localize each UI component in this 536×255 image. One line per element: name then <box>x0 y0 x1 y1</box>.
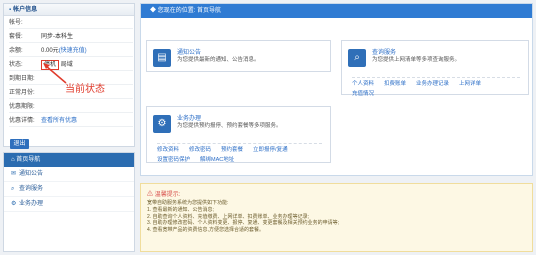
view-discounts-link[interactable]: 查看所有优惠 <box>41 118 77 124</box>
business-card: ⚙ 业务办理 为您提供预约报停、预约套餐等多项服务。 修改资料 修改密码 预约套餐立… <box>146 106 331 163</box>
nav-item-label: 查询服务 <box>19 186 44 192</box>
tag-icon: ◆ <box>150 8 157 14</box>
link-online-detail[interactable]: 上网详单 <box>459 81 481 87</box>
tips-line: 宽带自助服务系统为您提供如下功能: <box>147 200 229 206</box>
link-billing[interactable]: 扣费账单 <box>384 81 406 87</box>
warning-icon: ⚠ <box>147 192 154 198</box>
logout-button[interactable]: 退出 <box>10 139 29 149</box>
link-change-password[interactable]: 修改密码 <box>189 147 211 153</box>
current-status-annotation: 当前状态 <box>65 84 105 95</box>
tips-line: 4. 查看宽带产品的资费信息,方便您选择合适的套餐。 <box>147 227 264 234</box>
nav-item-query[interactable]: ⌕ 查询服务 <box>4 182 134 197</box>
tips-panel: ⚠ 温馨提示: 宽带自助服务系统为您提供如下功能: 1. 查看最新的通知、公告消… <box>140 183 533 252</box>
home-icon: ⌂ <box>11 157 15 163</box>
link-edit-profile[interactable]: 修改资料 <box>157 147 179 153</box>
main-panel: ◆ 您现在的位置: 首页导航 ▤ 通知公告 为您提供最新的通知、公告消息。 ⌕ … <box>140 3 533 176</box>
envelope-icon: ✉ <box>11 171 17 177</box>
link-suspend-resume[interactable]: 立即报停/复通 <box>253 147 288 153</box>
row-value: 0.00元 <box>41 48 59 54</box>
row-label: 状态: <box>9 62 23 68</box>
nav-header-label: 首页导航 <box>16 157 41 163</box>
status-row: 状态: 停机 局域 <box>9 59 133 71</box>
notice-card[interactable]: ▤ 通知公告 为您提供最新的通知、公告消息。 <box>146 40 331 72</box>
query-card-desc: 为您提供上网清单等多项查询服务。 <box>372 57 461 63</box>
breadcrumb: ◆ 您现在的位置: 首页导航 <box>141 4 532 18</box>
tips-line: 1. 查看最新的通知、公告消息; <box>147 206 214 213</box>
quick-recharge-link[interactable]: (快速充值) <box>59 48 87 54</box>
nav-item-business[interactable]: ⚙ 业务办理 <box>4 197 134 212</box>
account-title: 帐户信息 <box>13 7 38 13</box>
link-recharge-status[interactable]: 充值情况 <box>352 91 374 97</box>
package-row: 套餐: 同步-本科生 <box>9 31 133 43</box>
business-card-desc: 为您提供预约报停、预约套餐等多项服务。 <box>177 123 282 129</box>
account-row: 帐号: <box>9 17 133 29</box>
row-label: 到期日期: <box>9 76 35 82</box>
business-links: 修改资料 修改密码 预约套餐 立即报停/复通设置密码保护 解绑MAC地址 <box>157 143 322 165</box>
notice-card-desc: 为您提供最新的通知、公告消息。 <box>177 57 260 63</box>
row-label: 正常月份: <box>9 90 35 96</box>
row-label: 余额: <box>9 48 23 54</box>
discount-detail-row: 优惠详情: 查看所有优惠 <box>9 115 133 127</box>
link-unbind-mac[interactable]: 解绑MAC地址 <box>200 157 234 163</box>
link-business-records[interactable]: 业务办理记录 <box>416 81 449 87</box>
home-nav-panel: ⌂ 首页导航 ✉ 通知公告 ⌕ 查询服务 ⚙ 业务办理 <box>3 152 135 252</box>
notice-icon: ▤ <box>153 49 171 67</box>
tips-title-text: 温馨提示: <box>154 192 181 198</box>
tips-body: 宽带自助服务系统为您提供如下功能: 1. 查看最新的通知、公告消息; 2. 自助… <box>147 200 339 234</box>
link-password-protection[interactable]: 设置密码保护 <box>157 157 190 163</box>
search-icon: ⌕ <box>348 49 366 67</box>
nav-item-label: 业务办理 <box>19 201 44 207</box>
discount-period-row: 优惠期限: <box>9 101 133 113</box>
gear-icon: ⚙ <box>153 115 171 133</box>
row-label: 优惠详情: <box>9 118 35 124</box>
query-links: 个人资料 扣费账单 业务办理记录 上网详单充值情况 <box>352 77 520 99</box>
nav-header[interactable]: ⌂ 首页导航 <box>4 153 134 167</box>
gear-icon: ⚙ <box>11 201 17 207</box>
breadcrumb-text: 您现在的位置: 首页导航 <box>157 8 222 14</box>
account-panel-header: ▪ 帐户信息 <box>4 4 134 16</box>
tips-title: ⚠ 温馨提示: <box>147 189 180 198</box>
search-icon: ⌕ <box>11 186 15 192</box>
row-value: 同步-本科生 <box>41 34 73 40</box>
user-icon: ▪ <box>9 7 12 13</box>
link-personal-info[interactable]: 个人资料 <box>352 81 374 87</box>
balance-row: 余额: 0.00元(快速充值) <box>9 45 133 57</box>
query-card: ⌕ 查询服务 为您提供上网清单等多项查询服务。 个人资料 扣费账单 业务办理记录 上网… <box>341 40 529 97</box>
link-reserve-package[interactable]: 预约套餐 <box>221 147 243 153</box>
nav-item-notice[interactable]: ✉ 通知公告 <box>4 167 134 182</box>
row-label: 优惠期限: <box>9 104 35 110</box>
nav-item-label: 通知公告 <box>19 171 44 177</box>
row-label: 套餐: <box>9 34 23 40</box>
row-label: 帐号: <box>9 20 23 26</box>
